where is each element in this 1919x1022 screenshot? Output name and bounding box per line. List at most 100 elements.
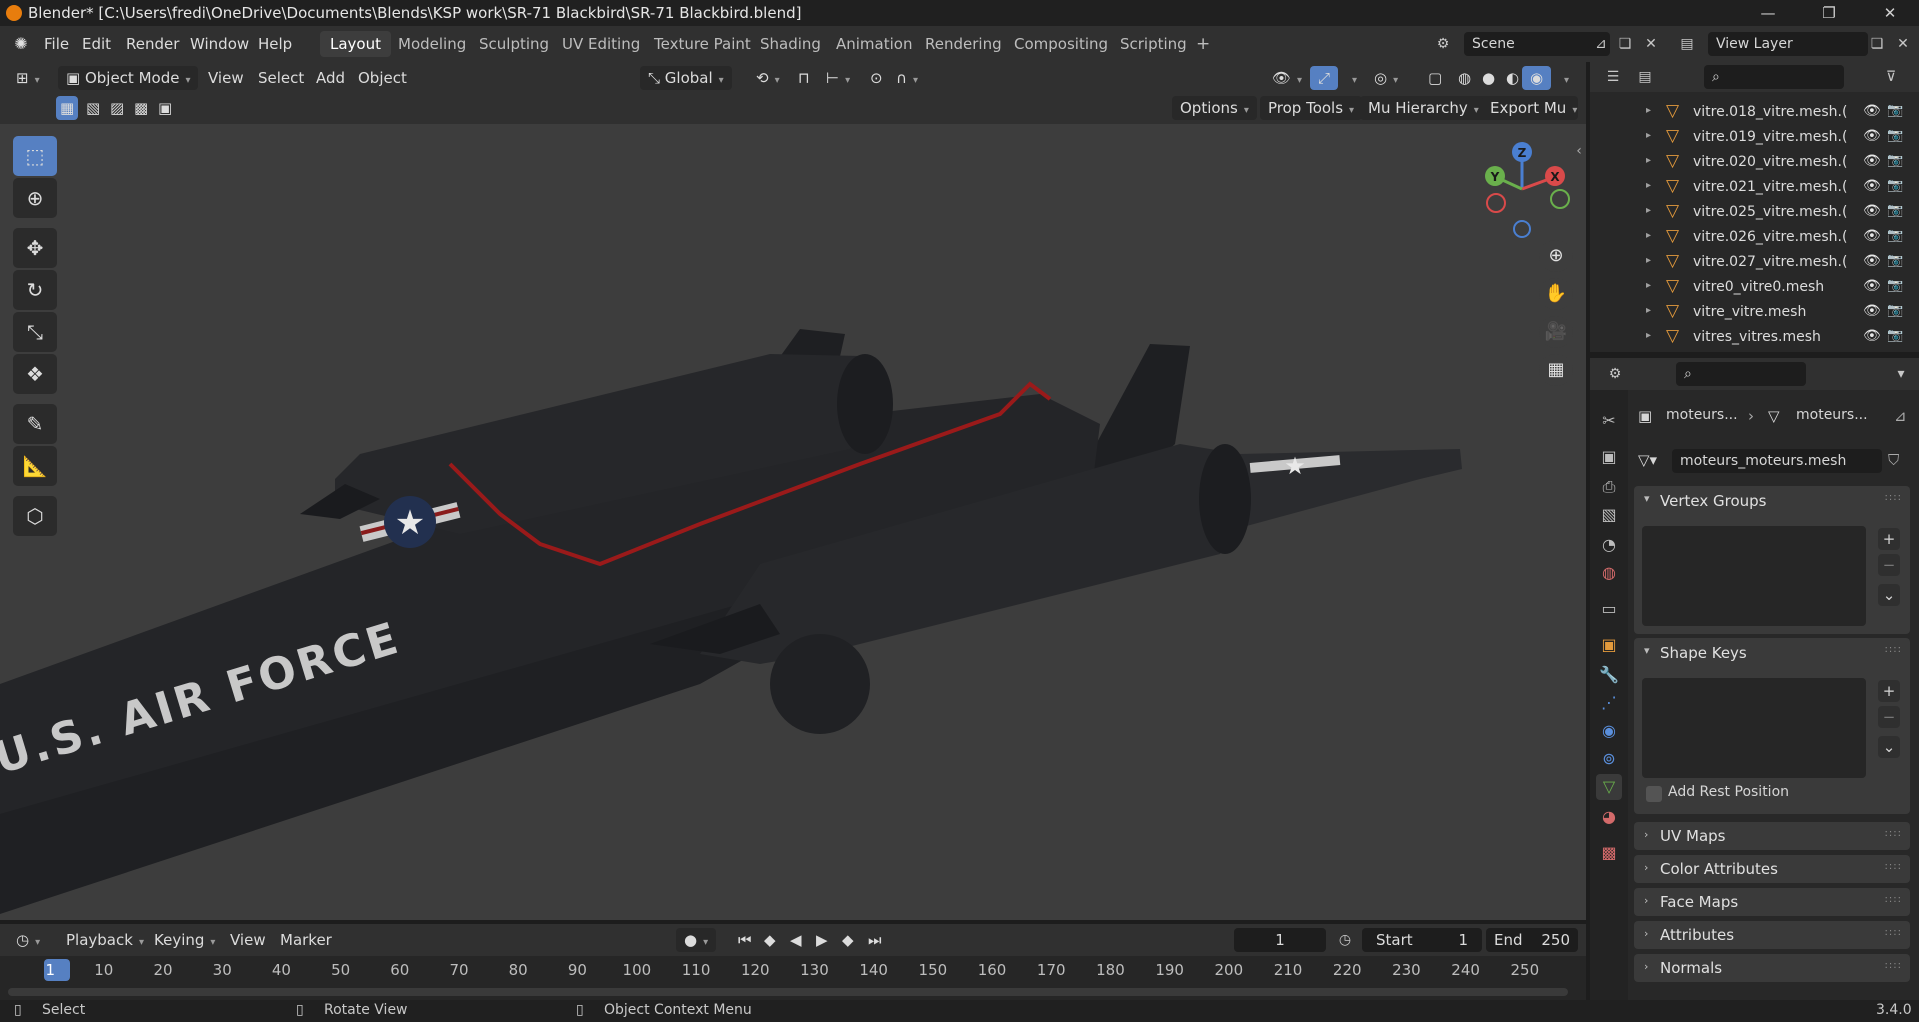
eye-icon[interactable]: 👁	[1863, 103, 1881, 119]
export-mu-dropdown[interactable]: Export Mu ▾	[1482, 96, 1578, 120]
outliner-item[interactable]: ▸ ▽ vitre_vitre.mesh 👁 📷	[1590, 300, 1919, 325]
expand-arrow-icon[interactable]: ▸	[1646, 280, 1651, 291]
expand-arrow-icon[interactable]: ▸	[1646, 305, 1651, 316]
expand-arrow-icon[interactable]: ▸	[1646, 155, 1651, 166]
eye-icon[interactable]: 👁	[1863, 228, 1881, 244]
camera-view-icon[interactable]: 🎥	[1539, 316, 1573, 348]
uv-maps-panel[interactable]: › UV Maps ::::	[1634, 822, 1910, 850]
properties-search-input[interactable]: ⌕	[1676, 362, 1806, 386]
keying-dropdown[interactable]: Keying ▾	[146, 928, 223, 952]
outliner-item[interactable]: ▸ ▽ vitre.019_vitre.mesh.(👁 📷	[1590, 125, 1919, 150]
camera-icon[interactable]: 📷	[1887, 328, 1903, 343]
tab-layout[interactable]: Layout	[320, 31, 391, 57]
delete-view-layer-icon[interactable]: ✕	[1892, 33, 1914, 55]
render-tab-icon[interactable]: ▣	[1596, 444, 1622, 470]
face-maps-panel[interactable]: › Face Maps ::::	[1634, 888, 1910, 916]
normals-panel[interactable]: › Normals ::::	[1634, 954, 1910, 982]
current-frame-field[interactable]: 1	[1234, 928, 1326, 952]
scene-browse-icon[interactable]: ⚙	[1432, 33, 1454, 55]
scale-tool[interactable]: ⤡	[13, 312, 57, 352]
add-shape-key-button[interactable]: +	[1878, 680, 1900, 702]
tab-shading[interactable]: Shading	[750, 31, 831, 57]
view-layer-tab-icon[interactable]: ▧	[1596, 502, 1622, 528]
remove-shape-key-button[interactable]: −	[1878, 706, 1900, 728]
mesh-name-field[interactable]: moteurs_moteurs.mesh	[1672, 449, 1882, 473]
3d-viewport[interactable]: ★ ★ U.S. AIR FORCE ⬚ ⊕ ✥ ↻ ⤡ ❖ ✎ 📐 ⬡ Z X…	[0, 124, 1586, 920]
timeline-editor-type-button[interactable]: ◷ ▾	[8, 928, 48, 952]
drag-grip-icon[interactable]: ::::	[1885, 828, 1902, 839]
eye-icon[interactable]: 👁	[1863, 253, 1881, 269]
play-reverse-icon[interactable]: ◀	[782, 928, 810, 952]
filter-icon[interactable]: ⊽	[1880, 66, 1902, 88]
tab-animation[interactable]: Animation	[826, 31, 922, 57]
drag-grip-icon[interactable]: ::::	[1885, 960, 1902, 971]
camera-icon[interactable]: 📷	[1887, 178, 1903, 193]
camera-icon[interactable]: 📷	[1887, 278, 1903, 293]
camera-icon[interactable]: 📷	[1887, 303, 1903, 318]
camera-icon[interactable]: 📷	[1887, 128, 1903, 143]
proportional-edit-button[interactable]: ⊙	[862, 66, 891, 90]
outliner-item[interactable]: ▸ ▽ vitres_vitres.mesh 👁 📷	[1590, 325, 1919, 350]
expand-arrow-icon[interactable]: ▸	[1646, 130, 1651, 141]
tab-modeling[interactable]: Modeling	[388, 31, 476, 57]
rotate-tool[interactable]: ↻	[13, 270, 57, 310]
tool-tab-icon[interactable]: ✂	[1596, 408, 1622, 434]
camera-icon[interactable]: 📷	[1887, 253, 1903, 268]
overlays-button[interactable]: ◎ ▾	[1366, 66, 1406, 90]
close-button[interactable]: ✕	[1867, 0, 1913, 26]
object-tab-icon[interactable]: ▣	[1596, 632, 1622, 658]
prop-tools-dropdown[interactable]: Prop Tools ▾	[1260, 96, 1363, 120]
vertex-group-specials-button[interactable]: ⌄	[1878, 584, 1900, 606]
pan-hand-icon[interactable]: ✋	[1539, 278, 1573, 310]
record-keyframe-button[interactable]: ● ▾	[676, 928, 717, 952]
shape-keys-list[interactable]	[1642, 678, 1866, 778]
expand-arrow-icon[interactable]: ▸	[1646, 180, 1651, 191]
particles-tab-icon[interactable]: ⋰	[1596, 690, 1622, 716]
properties-options-icon[interactable]: ▾	[1890, 363, 1912, 385]
menu-add[interactable]: Add	[308, 66, 353, 90]
mesh-browse-icon[interactable]: ▽▾	[1638, 451, 1657, 469]
add-workspace-button[interactable]: +	[1186, 31, 1220, 57]
chevron-down-icon[interactable]: ▾	[1644, 644, 1650, 657]
outliner-item[interactable]: ▸ ▽ vitre.021_vitre.mesh.(👁 📷	[1590, 175, 1919, 200]
outliner-item[interactable]: ▸ ▽ vitre.020_vitre.mesh.(👁 📷	[1590, 150, 1919, 175]
select-mode-intersect-icon[interactable]: ▣	[154, 96, 176, 120]
xray-toggle-button[interactable]: ▢	[1420, 66, 1450, 90]
select-mode-invert-icon[interactable]: ▩	[130, 96, 152, 120]
menu-view[interactable]: View	[200, 66, 252, 90]
eye-icon[interactable]: 👁	[1863, 178, 1881, 194]
drag-grip-icon[interactable]: ::::	[1885, 644, 1902, 655]
end-frame-field[interactable]: End 250	[1486, 928, 1578, 952]
menu-object[interactable]: Object	[350, 66, 415, 90]
outliner-item[interactable]: ▸ ▽ vitre0_vitre0.mesh 👁 📷	[1590, 275, 1919, 300]
timeline-menu-view[interactable]: View	[222, 928, 274, 952]
menu-edit[interactable]: Edit	[82, 35, 111, 53]
pin-scene-icon[interactable]: ⊿	[1590, 33, 1612, 55]
expand-arrow-icon[interactable]: ▸	[1646, 205, 1651, 216]
timeline-scrollbar[interactable]	[8, 988, 1568, 996]
tab-uv-editing[interactable]: UV Editing	[552, 31, 650, 57]
texture-tab-icon[interactable]: ▩	[1596, 840, 1622, 866]
scene-name-field[interactable]: Scene	[1464, 32, 1610, 56]
blender-menu-icon[interactable]: ✺	[10, 33, 32, 55]
outliner-item[interactable]: ▸ ▽ vitre.018_vitre.mesh.(👁 📷	[1590, 100, 1919, 125]
mesh-data-tab-icon[interactable]: ▽	[1596, 774, 1622, 800]
preview-range-icon[interactable]: ◷	[1334, 929, 1356, 951]
playback-dropdown[interactable]: Playback ▾	[58, 928, 152, 952]
timeline-scrubber[interactable]: 1 10 20 30 40 50 60 70 80 90 100 110 120 130 140 150 160…	[0, 956, 1586, 1000]
drag-grip-icon[interactable]: ::::	[1885, 492, 1902, 503]
camera-icon[interactable]: 📷	[1887, 203, 1903, 218]
drag-grip-icon[interactable]: ::::	[1885, 927, 1902, 938]
transform-orientation-dropdown[interactable]: ⤡ Global ▾	[640, 66, 732, 90]
tab-sculpting[interactable]: Sculpting	[469, 31, 559, 57]
outliner-item[interactable]: ▸ ▽ vitre.025_vitre.mesh.(👁 📷	[1590, 200, 1919, 225]
physics-tab-icon[interactable]: ◉	[1596, 718, 1622, 744]
constraints-tab-icon[interactable]: ⊚	[1596, 746, 1622, 772]
select-box-tool[interactable]: ⬚	[13, 136, 57, 176]
select-mode-new-icon[interactable]: ▦	[56, 96, 79, 120]
expand-arrow-icon[interactable]: ▸	[1646, 255, 1651, 266]
object-mode-dropdown[interactable]: ▣ Object Mode ▾	[58, 66, 199, 90]
minimize-button[interactable]: —	[1745, 0, 1791, 26]
material-tab-icon[interactable]: ◕	[1596, 804, 1622, 830]
shape-key-specials-button[interactable]: ⌄	[1878, 736, 1900, 758]
